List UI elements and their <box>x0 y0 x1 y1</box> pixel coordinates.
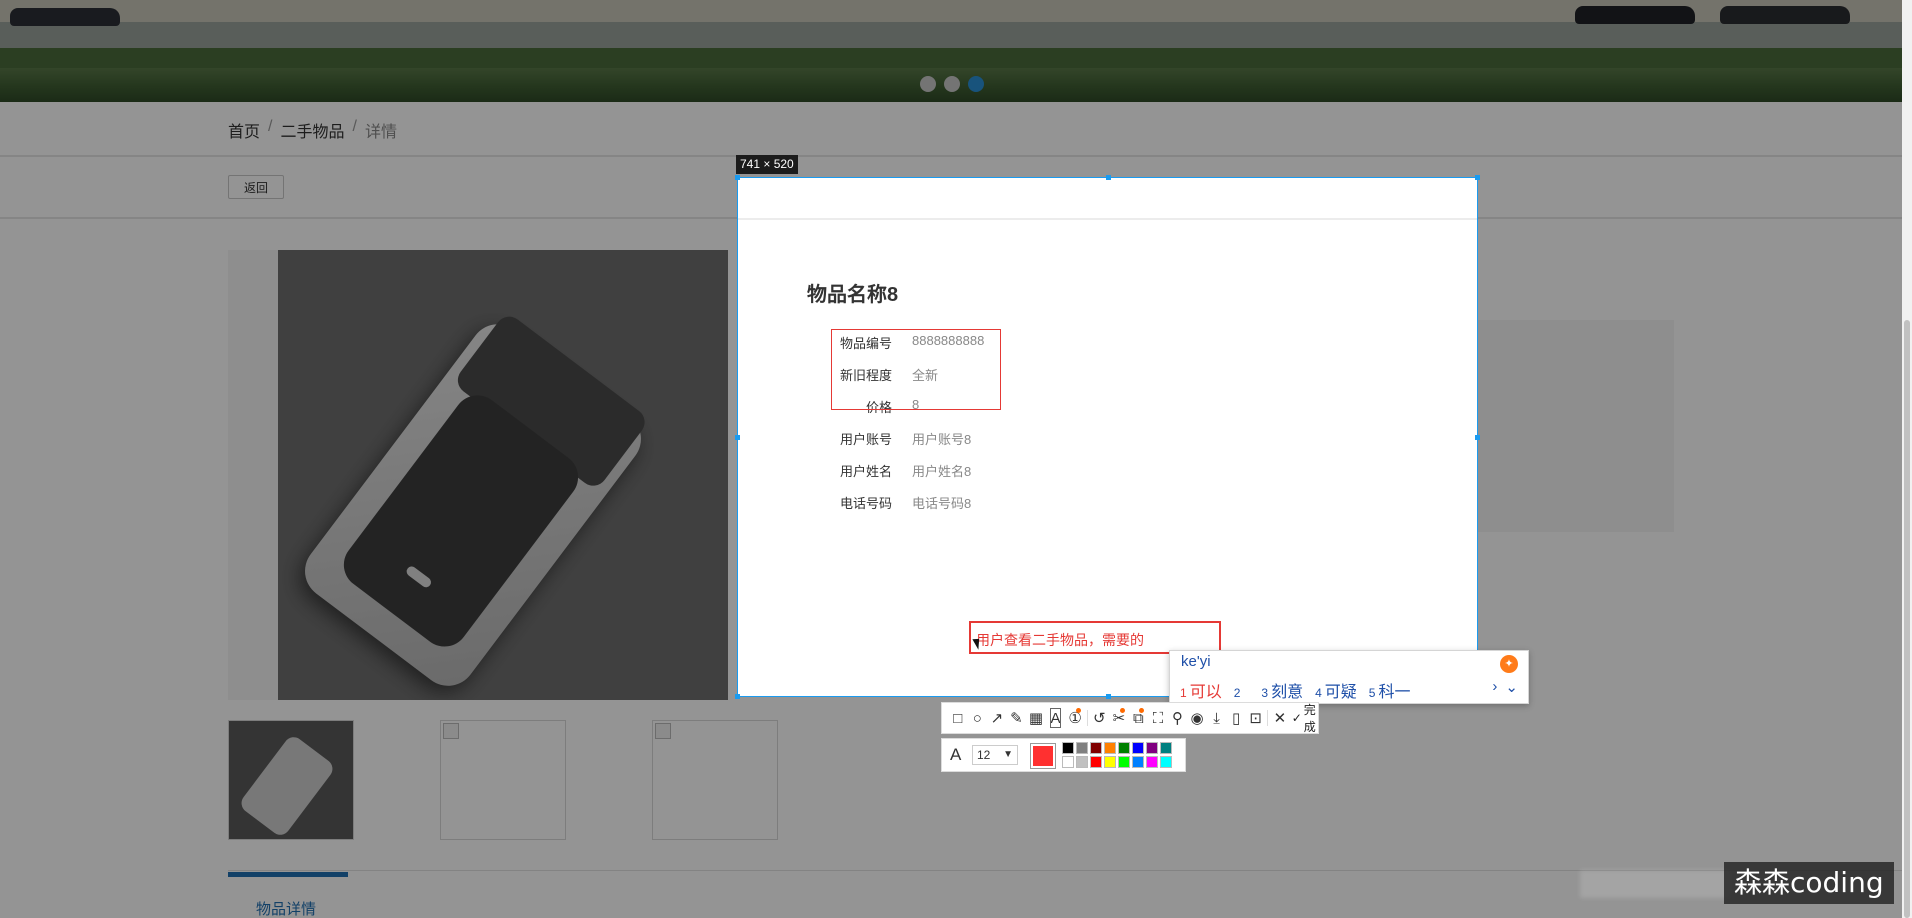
done-button[interactable]: ✓ 完成 <box>1292 701 1318 735</box>
screenshot-toolbar: □ ○ ↗ ✎ ▦ A ① ↺ ✂ ⧉ ⛶ ⚲ ◉ ⤓ ▯ ⊡ ✕ ✓ 完成 <box>941 702 1319 734</box>
color-swatch[interactable] <box>1132 756 1144 768</box>
color-swatch[interactable] <box>1132 742 1144 754</box>
rectangle-icon[interactable]: □ <box>948 704 968 732</box>
color-swatch[interactable] <box>1160 742 1172 754</box>
color-palette <box>1062 742 1172 768</box>
color-swatch[interactable] <box>1118 756 1130 768</box>
record-icon[interactable]: ◉ <box>1187 704 1207 732</box>
field-label: 用户姓名 <box>839 464 892 479</box>
pin-icon[interactable]: ⚲ <box>1168 704 1188 732</box>
color-swatch[interactable] <box>1104 756 1116 768</box>
current-color-fill <box>1033 746 1053 766</box>
field-label: 电话号码 <box>839 496 892 511</box>
info-row-name: 用户姓名 用户姓名8 <box>818 461 971 480</box>
item-title: 物品名称8 <box>807 284 899 306</box>
watermark: 森森coding <box>1724 862 1894 904</box>
divider <box>738 218 1477 220</box>
current-color-swatch[interactable] <box>1030 743 1056 769</box>
color-swatch[interactable] <box>1104 742 1116 754</box>
expand-icon[interactable]: ⌄ <box>1505 678 1518 696</box>
color-swatch[interactable] <box>1062 756 1074 768</box>
color-swatch[interactable] <box>1146 756 1158 768</box>
candidate-index: 3 <box>1261 686 1269 700</box>
scrollbar-thumb[interactable] <box>1904 320 1910 918</box>
candidate-index: 2 <box>1233 686 1241 700</box>
arrow-icon[interactable]: ↗ <box>987 704 1007 732</box>
color-swatch[interactable] <box>1062 742 1074 754</box>
annotation-text[interactable]: 用户查看二手物品，需要的 <box>976 630 1144 650</box>
candidate-text: 可以 <box>1189 684 1222 701</box>
close-icon[interactable]: ✕ <box>1270 704 1290 732</box>
resize-handle[interactable] <box>735 435 740 440</box>
ime-candidate-3[interactable]: 3 刻意 <box>1261 678 1303 702</box>
color-swatch[interactable] <box>1118 742 1130 754</box>
check-icon: ✓ <box>1291 711 1302 725</box>
ime-candidates: 1 可以 2 3 刻意 4 可疑 5 科一 <box>1180 678 1423 702</box>
candidate-index: 5 <box>1368 686 1376 700</box>
field-value: 电话号码8 <box>912 496 972 511</box>
candidate-text: 可疑 <box>1324 684 1357 701</box>
ai-erase-icon[interactable]: ✂ <box>1109 704 1129 732</box>
mosaic-icon[interactable]: ▦ <box>1026 704 1046 732</box>
toolbar-separator <box>1086 710 1088 726</box>
new-badge <box>1119 708 1125 713</box>
info-row-phone: 电话号码 电话号码8 <box>818 493 971 512</box>
font-size-value: 12 <box>977 748 991 762</box>
serial-number-icon[interactable]: ① <box>1065 704 1085 732</box>
next-page-icon[interactable]: › <box>1492 678 1497 696</box>
color-swatch[interactable] <box>1076 756 1088 768</box>
info-row-account: 用户账号 用户账号8 <box>818 429 971 448</box>
color-swatch[interactable] <box>1160 756 1172 768</box>
bookmark-icon[interactable]: ⊡ <box>1246 704 1266 732</box>
ime-candidate-5[interactable]: 5 科一 <box>1369 678 1411 702</box>
pencil-icon[interactable]: ✎ <box>1007 704 1027 732</box>
field-label: 用户账号 <box>839 432 892 447</box>
chevron-down-icon: ▼ <box>1003 749 1013 760</box>
color-swatch[interactable] <box>1090 756 1102 768</box>
color-swatch[interactable] <box>1090 742 1102 754</box>
blurred-overlay <box>1580 870 1730 898</box>
candidate-index: 1 <box>1180 686 1187 700</box>
new-badge <box>1075 708 1081 713</box>
ime-candidate-window: ke'yi ✦ 1 可以 2 3 刻意 4 可疑 5 科一 › ⌄ <box>1169 650 1529 704</box>
resize-handle[interactable] <box>1475 435 1480 440</box>
ime-nav: › ⌄ <box>1492 678 1518 696</box>
ellipse-icon[interactable]: ○ <box>968 704 988 732</box>
new-badge <box>1139 708 1145 713</box>
resize-handle[interactable] <box>735 694 740 699</box>
candidate-text: 刻意 <box>1271 684 1304 701</box>
resize-handle[interactable] <box>1106 175 1111 180</box>
ime-candidate-1[interactable]: 1 可以 <box>1180 678 1222 702</box>
page-scrollbar[interactable] <box>1902 0 1912 918</box>
candidate-index: 4 <box>1315 686 1322 700</box>
color-swatch[interactable] <box>1076 742 1088 754</box>
color-swatch[interactable] <box>1146 742 1158 754</box>
annotation-rectangle[interactable] <box>831 329 1001 410</box>
screenshot-selection[interactable]: 物品名称8 物品编号 8888888888 新旧程度 全新 价格 8 用户账号 … <box>735 175 1480 699</box>
resize-handle[interactable] <box>1475 175 1480 180</box>
sogou-logo-icon[interactable]: ✦ <box>1500 655 1518 673</box>
save-to-phone-icon[interactable]: ▯ <box>1226 704 1246 732</box>
selection-size-label: 741 × 520 <box>736 155 798 174</box>
undo-icon[interactable]: ↺ <box>1090 704 1110 732</box>
field-value: 用户姓名8 <box>912 464 972 479</box>
ime-composition: ke'yi <box>1181 653 1211 670</box>
long-screenshot-icon[interactable]: ⛶ <box>1148 704 1168 732</box>
done-label: 完成 <box>1303 703 1316 734</box>
font-size-select[interactable]: 12 ▼ <box>972 745 1018 765</box>
toolbar-separator <box>1267 710 1269 726</box>
ocr-icon[interactable]: ⧉ <box>1129 704 1149 732</box>
resize-handle[interactable] <box>735 175 740 180</box>
text-style-bar: A 12 ▼ <box>941 738 1186 772</box>
resize-handle[interactable] <box>1106 694 1111 699</box>
field-value: 用户账号8 <box>912 432 972 447</box>
text-icon[interactable]: A <box>1046 704 1066 732</box>
ime-candidate-4[interactable]: 4 可疑 <box>1315 678 1357 702</box>
font-icon: A <box>950 745 962 764</box>
ime-candidate-2[interactable]: 2 <box>1234 684 1244 702</box>
candidate-text: 科一 <box>1378 684 1411 701</box>
download-icon[interactable]: ⤓ <box>1207 704 1227 732</box>
